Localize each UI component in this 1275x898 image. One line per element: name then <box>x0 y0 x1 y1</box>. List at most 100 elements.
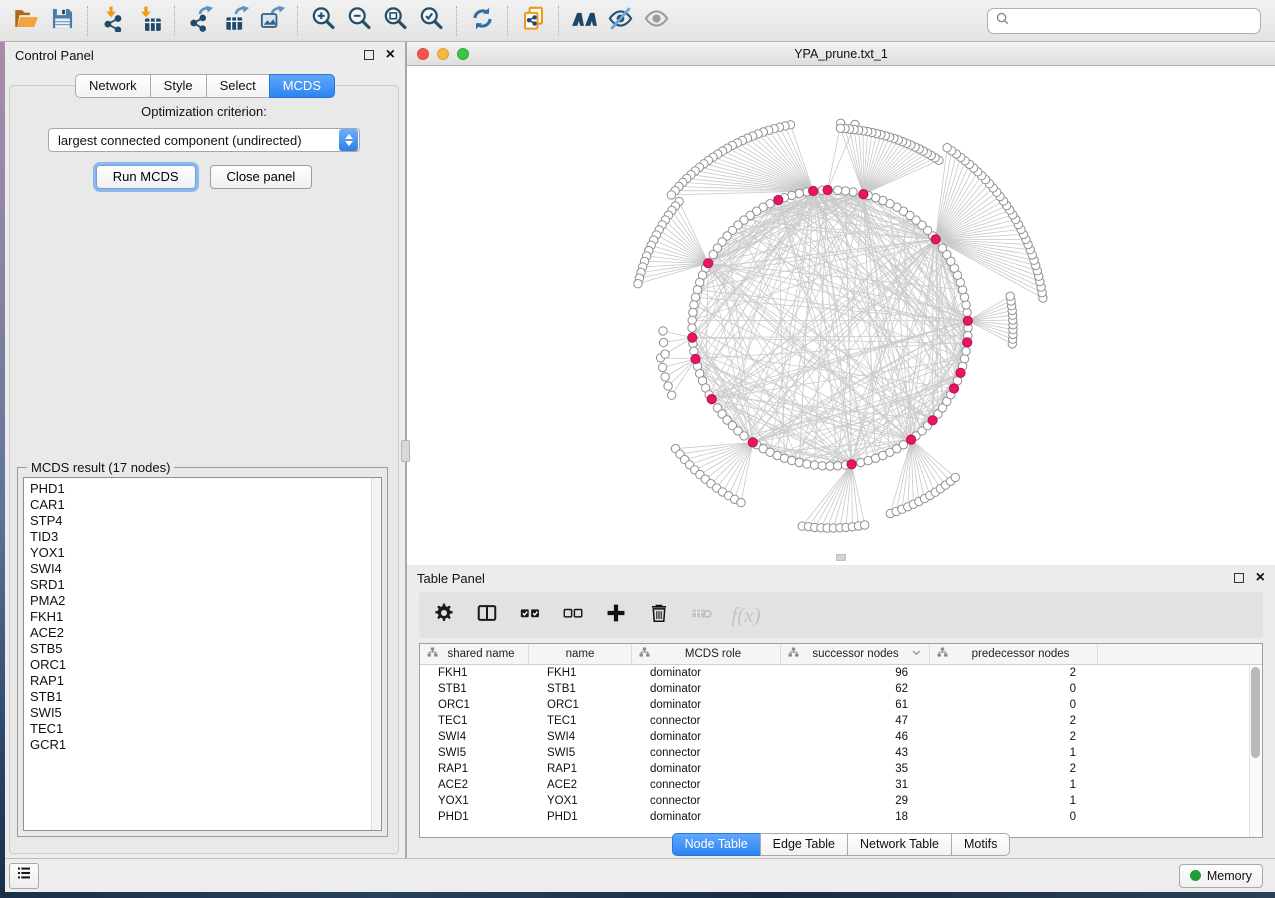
column-header-shared-name[interactable]: shared name <box>420 644 529 664</box>
mcds-result-item[interactable]: ORC1 <box>30 657 381 673</box>
table-cell[interactable]: FKH1 <box>529 667 632 679</box>
mcds-result-item[interactable]: SWI5 <box>30 705 381 721</box>
table-cell[interactable]: 1 <box>930 779 1098 791</box>
table-settings-button[interactable] <box>431 602 457 628</box>
table-cell[interactable]: 96 <box>781 667 930 679</box>
close-table-panel-icon[interactable]: × <box>1256 573 1265 583</box>
refresh-layout-button[interactable] <box>464 4 500 38</box>
table-cell[interactable]: dominator <box>632 731 781 743</box>
table-cell[interactable]: 61 <box>781 699 930 711</box>
table-scrollbar[interactable] <box>1249 665 1262 837</box>
table-cell[interactable]: TEC1 <box>420 715 529 727</box>
table-cell[interactable]: 0 <box>930 683 1098 695</box>
column-header-name[interactable]: name <box>529 644 632 664</box>
table-row[interactable]: ACE2ACE2connector311 <box>420 777 1262 793</box>
float-table-panel-icon[interactable] <box>1234 573 1244 583</box>
hide-selected-button[interactable] <box>602 4 638 38</box>
table-cell[interactable]: 2 <box>930 763 1098 775</box>
table-cell[interactable]: dominator <box>632 699 781 711</box>
import-network-button[interactable] <box>95 4 131 38</box>
table-cell[interactable]: connector <box>632 779 781 791</box>
table-cell[interactable]: ORC1 <box>420 699 529 711</box>
table-cell[interactable]: SWI4 <box>420 731 529 743</box>
close-panel-button[interactable]: Close panel <box>210 165 313 189</box>
table-cell[interactable]: 35 <box>781 763 930 775</box>
tab-edge-table[interactable]: Edge Table <box>760 833 848 856</box>
tab-motifs[interactable]: Motifs <box>951 833 1010 856</box>
tab-select[interactable]: Select <box>206 74 270 98</box>
table-cell[interactable]: 46 <box>781 731 930 743</box>
table-cell[interactable]: 0 <box>930 811 1098 823</box>
table-cell[interactable]: 2 <box>930 731 1098 743</box>
table-cell[interactable]: 43 <box>781 747 930 759</box>
toggle-panel-split-button[interactable] <box>474 602 500 628</box>
mcds-result-item[interactable]: PMA2 <box>30 593 381 609</box>
table-scrollbar-thumb[interactable] <box>1251 667 1260 758</box>
run-mcds-button[interactable]: Run MCDS <box>96 165 196 189</box>
table-cell[interactable]: PHD1 <box>529 811 632 823</box>
mcds-result-item[interactable]: TID3 <box>30 529 381 545</box>
mcds-result-item[interactable]: STP4 <box>30 513 381 529</box>
table-row[interactable]: RAP1RAP1dominator352 <box>420 761 1262 777</box>
mcds-result-item[interactable]: SWI4 <box>30 561 381 577</box>
close-panel-icon[interactable]: × <box>386 50 395 60</box>
mcds-result-item[interactable]: TEC1 <box>30 721 381 737</box>
column-header-predecessor-nodes[interactable]: predecessor nodes <box>930 644 1098 664</box>
table-cell[interactable]: YOX1 <box>420 795 529 807</box>
table-cell[interactable]: 18 <box>781 811 930 823</box>
export-image-button[interactable] <box>254 4 290 38</box>
import-table-button[interactable] <box>131 4 167 38</box>
mcds-result-item[interactable]: ACE2 <box>30 625 381 641</box>
table-cell[interactable]: RAP1 <box>529 763 632 775</box>
float-panel-icon[interactable] <box>364 50 374 60</box>
mcds-result-item[interactable]: GCR1 <box>30 737 381 753</box>
select-all-rows-button[interactable] <box>517 602 543 628</box>
table-cell[interactable]: ORC1 <box>529 699 632 711</box>
mcds-result-item[interactable]: CAR1 <box>30 497 381 513</box>
table-cell[interactable]: ACE2 <box>529 779 632 791</box>
binoculars-search-button[interactable] <box>566 4 602 38</box>
delete-columns-button[interactable] <box>646 602 672 628</box>
mcds-result-item[interactable]: PHD1 <box>30 481 381 497</box>
table-cell[interactable]: 31 <box>781 779 930 791</box>
search-input[interactable] <box>1015 13 1252 28</box>
table-row[interactable]: PHD1PHD1dominator180 <box>420 809 1262 825</box>
table-cell[interactable]: dominator <box>632 683 781 695</box>
column-header-successor-nodes[interactable]: successor nodes <box>781 644 930 664</box>
table-cell[interactable]: 47 <box>781 715 930 727</box>
tab-network-table[interactable]: Network Table <box>847 833 952 856</box>
task-history-button[interactable] <box>9 863 39 889</box>
table-cell[interactable]: connector <box>632 795 781 807</box>
mcds-result-item[interactable]: STB1 <box>30 689 381 705</box>
network-canvas[interactable] <box>407 66 1275 564</box>
tab-network[interactable]: Network <box>75 74 151 98</box>
table-cell[interactable]: 1 <box>930 795 1098 807</box>
zoom-fit-button[interactable] <box>377 4 413 38</box>
tab-node-table[interactable]: Node Table <box>672 833 761 856</box>
table-cell[interactable]: PHD1 <box>420 811 529 823</box>
export-table-button[interactable] <box>218 4 254 38</box>
table-cell[interactable]: TEC1 <box>529 715 632 727</box>
table-cell[interactable]: dominator <box>632 763 781 775</box>
table-cell[interactable]: STB1 <box>420 683 529 695</box>
deselect-all-rows-button[interactable] <box>560 602 586 628</box>
table-cell[interactable]: SWI5 <box>529 747 632 759</box>
show-all-button[interactable] <box>638 4 674 38</box>
table-cell[interactable]: 1 <box>930 747 1098 759</box>
network-graph[interactable] <box>407 66 1275 564</box>
table-cell[interactable]: connector <box>632 715 781 727</box>
save-session-button[interactable] <box>44 4 80 38</box>
mcds-result-item[interactable]: YOX1 <box>30 545 381 561</box>
zoom-in-button[interactable] <box>305 4 341 38</box>
tab-mcds[interactable]: MCDS <box>269 74 335 98</box>
open-file-button[interactable] <box>8 4 44 38</box>
table-cell[interactable]: dominator <box>632 667 781 679</box>
table-cell[interactable]: SWI5 <box>420 747 529 759</box>
export-network-button[interactable] <box>182 4 218 38</box>
table-cell[interactable]: YOX1 <box>529 795 632 807</box>
table-row[interactable]: TEC1TEC1connector472 <box>420 713 1262 729</box>
table-cell[interactable]: SWI4 <box>529 731 632 743</box>
table-cell[interactable]: STB1 <box>529 683 632 695</box>
column-header-MCDS-role[interactable]: MCDS role <box>632 644 781 664</box>
memory-button[interactable]: Memory <box>1179 864 1263 888</box>
